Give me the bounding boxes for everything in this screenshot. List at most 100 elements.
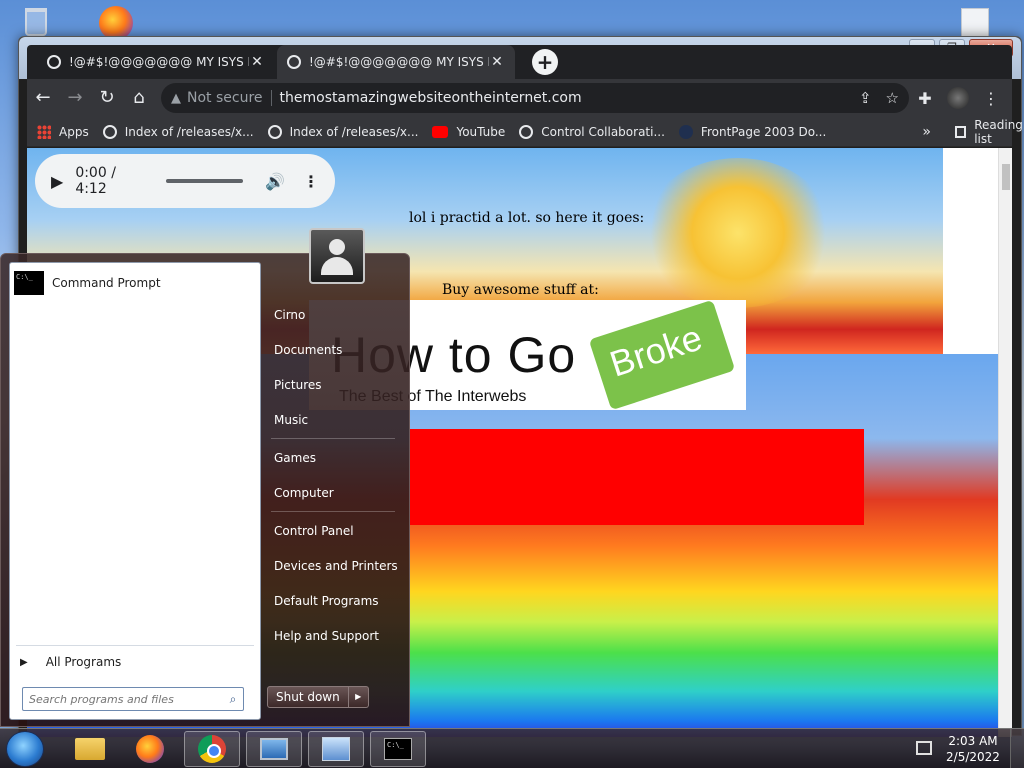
- reload-button[interactable]: ↻: [91, 82, 123, 114]
- shutdown-button[interactable]: Shut down: [267, 686, 349, 708]
- more-bookmarks-chevron-icon[interactable]: »: [922, 124, 931, 140]
- bookmark-label: FrontPage 2003 Do...: [700, 124, 827, 139]
- recycle-bin-icon[interactable]: [18, 4, 54, 38]
- globe-icon: [102, 124, 117, 139]
- address-bar[interactable]: ▲ Not secure themostamazingwebsiteonthei…: [161, 83, 909, 113]
- taskbar-remote-desktop-button[interactable]: [246, 731, 302, 767]
- security-label: Not secure: [187, 90, 272, 106]
- profile-avatar[interactable]: [947, 87, 969, 109]
- new-tab-button[interactable]: +: [532, 49, 558, 75]
- command-prompt-icon: C:\_: [384, 738, 412, 760]
- apps-grid-icon: [37, 124, 51, 139]
- start-search-box[interactable]: ⌕: [22, 687, 244, 711]
- warning-icon: ▲: [171, 90, 181, 106]
- monitor-icon: [260, 738, 288, 760]
- bookmark-label: Index of /releases/x...: [289, 124, 419, 139]
- search-icon[interactable]: ⌕: [223, 692, 243, 707]
- globe-icon: [267, 124, 282, 139]
- tab-inactive[interactable]: !@#$!@@@@@@@ MY ISYS PR ✕: [277, 45, 515, 79]
- folder-icon: [75, 738, 105, 760]
- globe-icon: [287, 55, 301, 69]
- browser-toolbar: ← → ↻ ⌂ ▲ Not secure themostamazingwebsi…: [27, 79, 1012, 117]
- intro-text: lol i practid a lot. so here it goes:: [409, 210, 645, 226]
- taskbar-control-panel-button[interactable]: [308, 731, 364, 767]
- shutdown-options-arrow-icon[interactable]: ▶: [348, 686, 369, 708]
- tab-close-icon[interactable]: ✕: [249, 54, 265, 70]
- document-desktop-icon[interactable]: [955, 8, 995, 38]
- home-button[interactable]: ⌂: [123, 82, 155, 114]
- start-search-input[interactable]: [29, 692, 223, 706]
- tab-title: !@#$!@@@@@@@ MY ISYS PR: [69, 55, 249, 69]
- bookmark-frontpage[interactable]: FrontPage 2003 Do...: [678, 124, 827, 139]
- network-icon[interactable]: [916, 741, 932, 755]
- reading-list-button[interactable]: Reading list: [954, 117, 1024, 146]
- reading-list-label: Reading list: [974, 117, 1023, 146]
- tab-active[interactable]: !@#$!@@@@@@@ MY ISYS PR ✕: [37, 45, 275, 79]
- program-command-prompt[interactable]: C:\_ Command Prompt: [14, 269, 256, 297]
- program-label: Command Prompt: [52, 276, 161, 290]
- start-link-music[interactable]: Music: [263, 403, 403, 438]
- all-programs-button[interactable]: ▶ All Programs: [20, 651, 121, 673]
- audio-more-icon[interactable]: ⋮: [303, 172, 319, 191]
- url-text[interactable]: themostamazingwebsiteontheinternet.com: [280, 90, 845, 106]
- start-orb-button[interactable]: [6, 731, 44, 767]
- tab-close-icon[interactable]: ✕: [489, 54, 505, 70]
- bookmark-control-collab[interactable]: Control Collaborati...: [519, 124, 665, 139]
- play-icon[interactable]: ▶: [51, 172, 63, 191]
- bookmark-label: Control Collaborati...: [541, 124, 665, 139]
- start-menu: C:\_ Command Prompt ▶ All Programs ⌕ Cir…: [0, 228, 410, 727]
- frontpage-icon: [678, 124, 693, 139]
- audio-player: ▶ 0:00 / 4:12 🔊 ⋮: [35, 154, 335, 208]
- audio-time: 0:00 / 4:12: [75, 165, 116, 197]
- bookmark-index-1[interactable]: Index of /releases/x...: [102, 124, 254, 139]
- globe-icon: [519, 124, 534, 139]
- command-prompt-icon: C:\_: [14, 271, 44, 295]
- back-button[interactable]: ←: [27, 82, 59, 114]
- start-link-computer[interactable]: Computer: [263, 476, 403, 511]
- tab-strip: !@#$!@@@@@@@ MY ISYS PR ✕ !@#$!@@@@@@@ M…: [27, 45, 1012, 79]
- start-link-pictures[interactable]: Pictures: [263, 368, 403, 403]
- start-menu-links: Cirno Documents Pictures Music Games Com…: [263, 298, 403, 654]
- all-programs-label: All Programs: [45, 655, 122, 669]
- youtube-icon: [432, 125, 449, 138]
- start-links-divider: [271, 438, 395, 439]
- taskbar-chrome-button[interactable]: [184, 731, 240, 767]
- forward-button[interactable]: →: [59, 82, 91, 114]
- taskbar-firefox-button[interactable]: [122, 731, 178, 767]
- start-link-default-programs[interactable]: Default Programs: [263, 584, 403, 619]
- start-link-help-support[interactable]: Help and Support: [263, 619, 403, 654]
- taskbar-explorer-button[interactable]: [62, 731, 118, 767]
- extensions-icon[interactable]: ✚: [909, 89, 941, 108]
- start-link-documents[interactable]: Documents: [263, 333, 403, 368]
- start-link-control-panel[interactable]: Control Panel: [263, 514, 403, 549]
- start-links-divider: [271, 511, 395, 512]
- start-link-devices-printers[interactable]: Devices and Printers: [263, 549, 403, 584]
- scrollbar-thumb[interactable]: [1002, 164, 1010, 190]
- bookmark-index-2[interactable]: Index of /releases/x...: [267, 124, 419, 139]
- firefox-icon: [136, 735, 164, 763]
- bookmark-youtube[interactable]: YouTube: [432, 125, 505, 139]
- taskbar: C:\_ 2:03 AM 2/5/2022: [0, 728, 1024, 768]
- bookmark-label: YouTube: [456, 124, 506, 139]
- buy-text: Buy awesome stuff at:: [442, 282, 599, 298]
- taskbar-cmd-button[interactable]: C:\_: [370, 731, 426, 767]
- show-desktop-button[interactable]: [1010, 729, 1024, 768]
- start-link-games[interactable]: Games: [263, 441, 403, 476]
- volume-icon[interactable]: 🔊: [265, 172, 285, 191]
- page-scrollbar[interactable]: [998, 148, 1012, 737]
- bookmarks-bar: Apps Index of /releases/x... Index of /r…: [27, 117, 1023, 147]
- shutdown-group: Shut down ▶: [267, 686, 369, 708]
- chrome-icon: [198, 735, 226, 763]
- bookmark-apps[interactable]: Apps: [37, 124, 89, 139]
- user-avatar[interactable]: [309, 228, 365, 284]
- start-link-user[interactable]: Cirno: [263, 298, 403, 333]
- system-clock[interactable]: 2:03 AM 2/5/2022: [944, 733, 1002, 765]
- menu-kebab-icon[interactable]: ⋮: [975, 89, 1007, 108]
- start-menu-programs-pane: C:\_ Command Prompt ▶ All Programs ⌕: [9, 262, 261, 720]
- audio-seek-bar[interactable]: [165, 179, 244, 183]
- clock-date: 2/5/2022: [946, 750, 1000, 764]
- share-icon[interactable]: ⇪: [859, 89, 872, 107]
- clock-time: 2:03 AM: [948, 734, 998, 748]
- bookmark-star-icon[interactable]: ☆: [886, 89, 899, 107]
- tab-title: !@#$!@@@@@@@ MY ISYS PR: [309, 55, 489, 69]
